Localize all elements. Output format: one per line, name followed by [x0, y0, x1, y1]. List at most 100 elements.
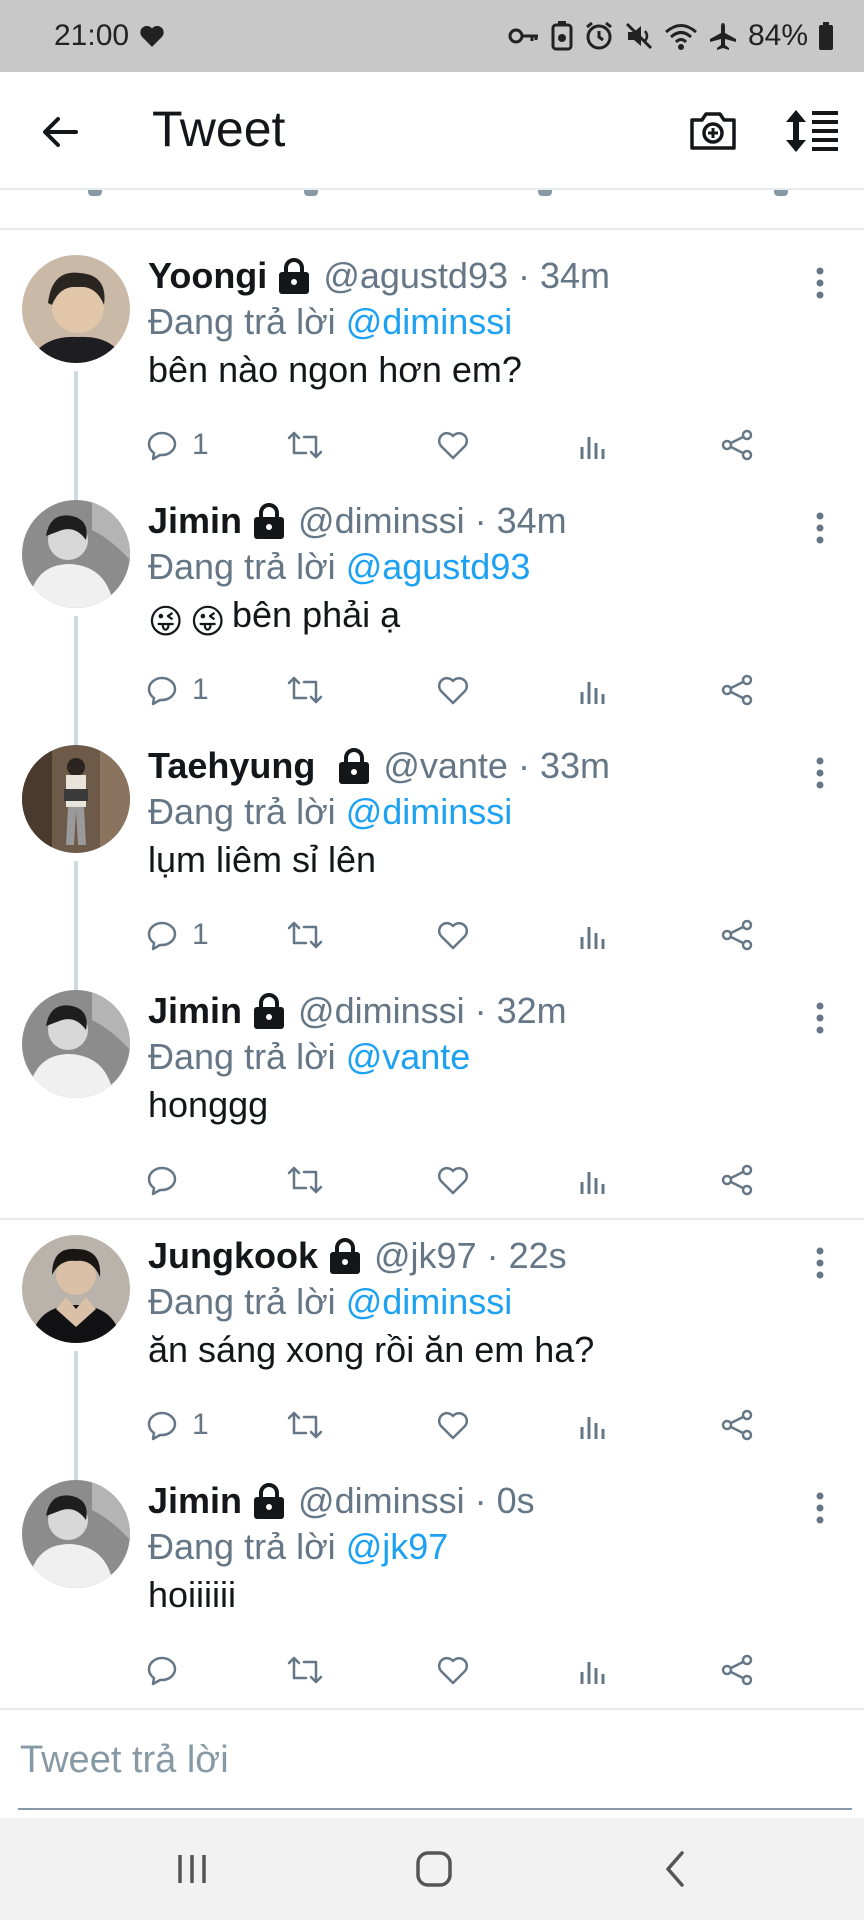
analytics-icon — [580, 1172, 605, 1194]
back-nav-icon[interactable] — [646, 1846, 706, 1892]
tweet[interactable]: Jungkook @jk97 · 22s Đang trả lời @dimin… — [0, 1235, 864, 1481]
analytics-button[interactable] — [578, 915, 608, 955]
analytics-button[interactable] — [578, 425, 608, 465]
mention-link[interactable]: @diminssi — [346, 1281, 513, 1322]
avatar[interactable] — [22, 1235, 130, 1343]
retweet-button[interactable] — [286, 1160, 324, 1200]
heart-outline-icon — [437, 1411, 469, 1440]
analytics-button[interactable] — [578, 1160, 608, 1200]
more-options-icon[interactable] — [806, 506, 834, 550]
retweet-button[interactable] — [286, 1650, 324, 1690]
share-button[interactable] — [720, 1160, 754, 1200]
like-button[interactable] — [436, 670, 470, 710]
mention-link[interactable]: @vante — [346, 1036, 471, 1077]
more-options-icon[interactable] — [806, 1241, 834, 1285]
winking-tongue-emoji: 😜 — [148, 603, 184, 641]
analytics-button[interactable] — [578, 670, 608, 710]
display-name[interactable]: Jungkook — [148, 1235, 318, 1277]
more-options-icon[interactable] — [806, 751, 834, 795]
mention-link[interactable]: @diminssi — [346, 791, 513, 832]
winking-tongue-emoji: 😜 — [190, 603, 226, 641]
share-button[interactable] — [720, 915, 754, 955]
lock-icon — [330, 1238, 361, 1274]
avatar[interactable] — [22, 255, 130, 363]
reply-button[interactable]: 1 — [146, 670, 209, 710]
lock-icon — [254, 1483, 285, 1519]
like-button[interactable] — [436, 1405, 470, 1445]
display-name[interactable]: Yoongi — [148, 255, 267, 297]
retweet-button[interactable] — [286, 425, 324, 465]
mention-link[interactable]: @jk97 — [346, 1526, 449, 1567]
analytics-button[interactable] — [578, 1650, 608, 1690]
reply-button[interactable]: 1 — [146, 915, 209, 955]
mention-link[interactable]: @diminssi — [346, 301, 513, 342]
more-options-icon[interactable] — [806, 996, 834, 1040]
tweet-text: 😜 😜 bên phải ạ — [148, 594, 401, 641]
replying-to: Đang trả lời @agustd93 — [148, 546, 531, 587]
tweet[interactable]: Jimin @diminssi · 0s Đang trả lời @jk97 … — [0, 1480, 864, 1725]
mention-link[interactable]: @agustd93 — [346, 546, 531, 587]
handle-and-time[interactable]: @diminssi · 32m — [298, 990, 567, 1032]
analytics-button[interactable] — [578, 1405, 608, 1445]
tweet[interactable]: Yoongi @agustd93 · 34m Đang trả lời @dim… — [0, 255, 864, 501]
reply-button[interactable]: 1 — [146, 425, 209, 465]
display-name[interactable]: Taehyung — [148, 745, 315, 787]
back-arrow-icon[interactable] — [36, 108, 84, 156]
replying-to: Đang trả lời @diminssi — [148, 301, 513, 342]
retweet-button[interactable] — [286, 670, 324, 710]
retweet-button[interactable] — [286, 1405, 324, 1445]
share-button[interactable] — [720, 1405, 754, 1445]
share-button[interactable] — [720, 425, 754, 465]
reply-input[interactable] — [18, 1712, 852, 1810]
recent-apps-icon[interactable] — [162, 1846, 222, 1892]
display-name[interactable]: Jimin — [148, 500, 242, 542]
avatar[interactable] — [22, 745, 130, 853]
share-button[interactable] — [720, 670, 754, 710]
lock-icon — [254, 993, 285, 1029]
avatar[interactable] — [22, 1480, 130, 1588]
reply-button[interactable] — [146, 1160, 178, 1200]
avatar[interactable] — [22, 990, 130, 1098]
heart-outline-icon — [437, 1656, 469, 1685]
more-options-icon[interactable] — [806, 1486, 834, 1530]
tweet-text: bên nào ngon hơn em? — [148, 349, 522, 390]
avatar[interactable] — [22, 500, 130, 608]
previous-tweet-actions-cut — [0, 190, 864, 230]
retweet-icon — [287, 921, 323, 949]
home-icon[interactable] — [404, 1846, 464, 1892]
reply-count: 1 — [192, 428, 209, 461]
battery-percent: 84% — [747, 19, 808, 52]
display-name[interactable]: Jimin — [148, 990, 242, 1032]
handle-and-time[interactable]: @vante · 33m — [383, 745, 610, 787]
top-app-bar: Tweet — [0, 72, 864, 190]
reply-button[interactable]: 1 — [146, 1405, 209, 1445]
handle-and-time[interactable]: @agustd93 · 34m — [323, 255, 610, 297]
tweet-actions — [146, 1160, 786, 1200]
share-icon — [721, 429, 753, 461]
tweet-text: ăn sáng xong rồi ăn em ha? — [148, 1329, 595, 1370]
thread-line — [74, 371, 78, 501]
tweet-actions: 1 — [146, 1405, 786, 1445]
reply-count: 1 — [192, 918, 209, 951]
tweet[interactable]: Jimin @diminssi · 34m Đang trả lời @agus… — [0, 500, 864, 746]
reply-button[interactable] — [146, 1650, 178, 1690]
like-button[interactable] — [436, 915, 470, 955]
more-options-icon[interactable] — [806, 261, 834, 305]
tweet[interactable]: Jimin @diminssi · 32m Đang trả lời @vant… — [0, 990, 864, 1235]
sort-icon[interactable] — [784, 108, 840, 154]
analytics-icon — [580, 682, 605, 704]
display-name[interactable]: Jimin — [148, 1480, 242, 1522]
tweet[interactable]: Taehyung @vante · 33m Đang trả lời @dimi… — [0, 745, 864, 991]
handle-and-time[interactable]: @diminssi · 34m — [298, 500, 567, 542]
retweet-button[interactable] — [286, 915, 324, 955]
thread-line — [74, 861, 78, 991]
like-button[interactable] — [436, 1160, 470, 1200]
handle-and-time[interactable]: @diminssi · 0s — [298, 1480, 535, 1522]
like-button[interactable] — [436, 425, 470, 465]
like-button[interactable] — [436, 1650, 470, 1690]
wifi-icon — [664, 24, 697, 50]
camera-plus-icon[interactable] — [688, 106, 738, 156]
reply-count: 1 — [192, 673, 209, 706]
share-button[interactable] — [720, 1650, 754, 1690]
handle-and-time[interactable]: @jk97 · 22s — [374, 1235, 567, 1277]
